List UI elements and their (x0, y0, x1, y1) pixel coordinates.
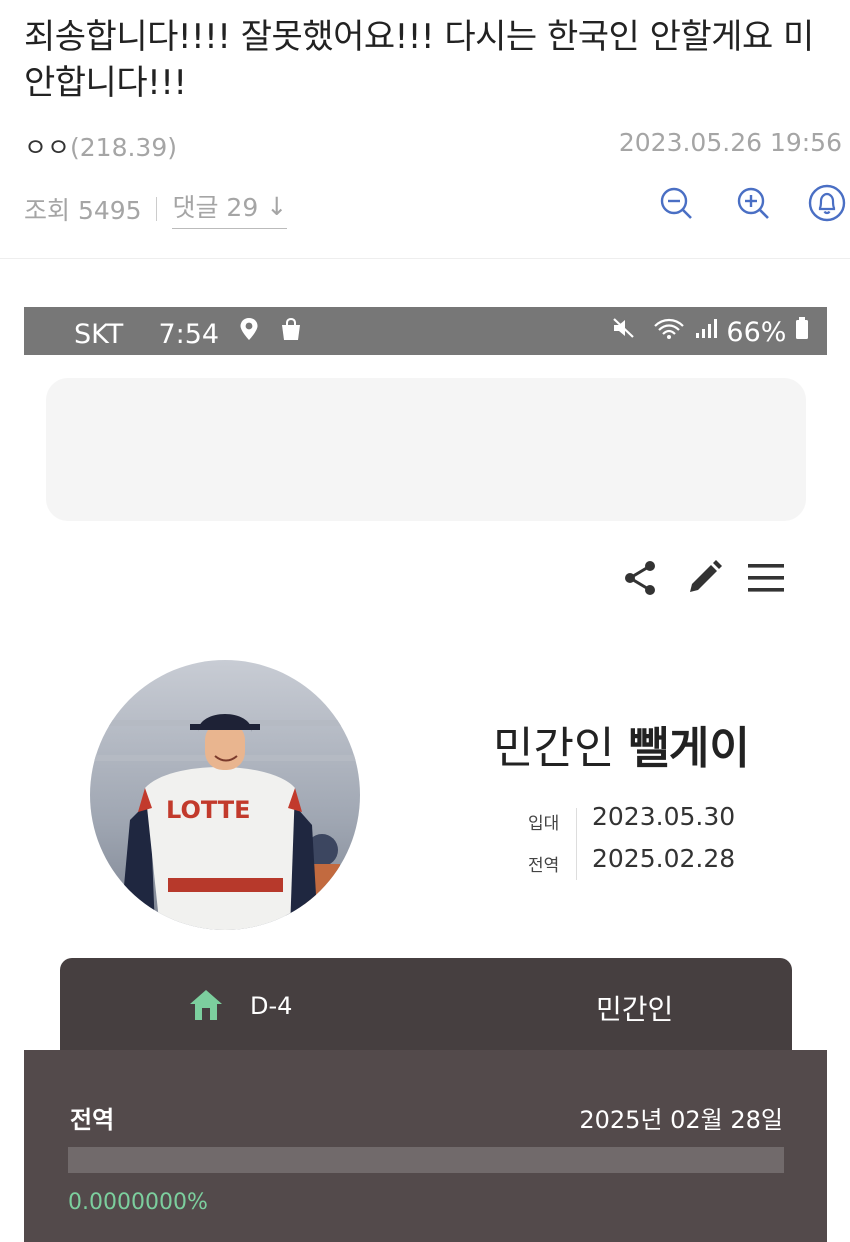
pencil-icon[interactable] (684, 558, 724, 598)
signal-icon (695, 319, 717, 338)
service-progress-bar (68, 1147, 784, 1173)
post-stats: 조회 5495 댓글 29 ↓ (24, 188, 288, 229)
header-divider (0, 258, 850, 259)
zoom-out-icon[interactable] (657, 184, 695, 222)
profile-name-strong: 뺄게이 (628, 723, 750, 774)
mute-icon (612, 318, 634, 338)
service-dates: 입대 2023.05.30 전역 2025.02.28 (528, 800, 768, 884)
dday-tab-strip: D-4 민간인 (60, 958, 792, 1050)
home-icon[interactable] (188, 988, 224, 1022)
ad-banner-placeholder (46, 378, 806, 521)
carrier-label: SKT (74, 319, 124, 350)
phone-status-bar: SKT 7:54 66% (24, 307, 827, 355)
menu-icon[interactable] (746, 558, 786, 598)
battery-icon (796, 317, 808, 339)
avatar-photo: LOTTE (90, 660, 360, 930)
panel-label: 전역 (70, 1106, 115, 1134)
discharge-row: 전역 2025.02.28 (528, 842, 768, 884)
battery-percent: 66% (726, 317, 787, 348)
discharge-date: 2025.02.28 (592, 844, 736, 873)
view-count: 조회 5495 (24, 195, 142, 225)
post-date: 2023.05.26 19:56 (618, 128, 842, 157)
clock-label: 7:54 (158, 319, 220, 350)
panel-date: 2025년 02월 28일 (579, 1106, 783, 1134)
enlist-row: 입대 2023.05.30 (528, 800, 768, 842)
wifi-icon (654, 318, 684, 339)
zoom-in-icon[interactable] (734, 184, 772, 222)
status-label: 민간인 (596, 993, 674, 1026)
bell-icon[interactable] (808, 184, 846, 222)
post-meta: ㅇㅇ(218.39) 2023.05.26 19:56 (24, 128, 842, 168)
comments-count[interactable]: 댓글 29 (172, 188, 258, 224)
jersey-text: LOTTE (166, 796, 251, 824)
stats-divider (155, 196, 157, 221)
post-title: 죄송합니다!!!! 잘못했어요!!! 다시는 한국인 안할게요 미안합니다!!! (24, 17, 814, 103)
author-name[interactable]: ㅇㅇ (24, 133, 70, 162)
comments-link[interactable]: 댓글 29 ↓ (172, 188, 288, 229)
shopping-bag-icon (282, 317, 301, 340)
author[interactable]: ㅇㅇ(218.39) (24, 128, 177, 164)
profile-name: 민간인 뺄게이 (493, 712, 750, 776)
author-ip: (218.39) (70, 133, 177, 162)
discharge-panel: 전역 2025년 02월 28일 0.0000000% (24, 1050, 827, 1242)
location-icon (240, 318, 258, 340)
share-icon[interactable] (620, 558, 660, 598)
enlist-label: 입대 (528, 814, 560, 834)
dday-count: D-4 (250, 992, 293, 1020)
enlist-date: 2023.05.30 (592, 802, 736, 831)
service-progress-text: 0.0000000% (68, 1190, 208, 1215)
profile-avatar: LOTTE (90, 660, 360, 930)
arrow-down-icon: ↓ (266, 191, 288, 221)
discharge-label: 전역 (528, 856, 560, 876)
profile-name-prefix: 민간인 (493, 723, 615, 774)
